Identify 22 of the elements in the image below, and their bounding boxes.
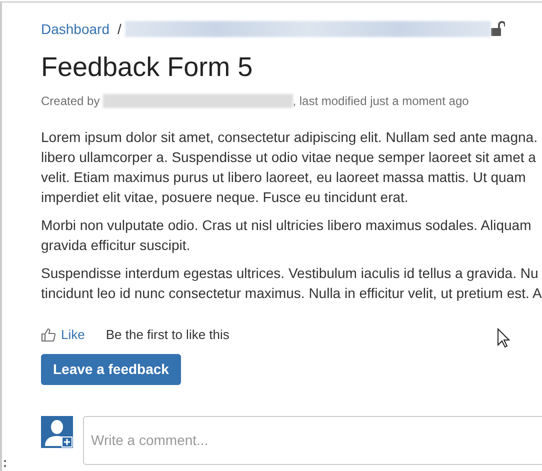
breadcrumb-link[interactable]: Dashboard: [41, 18, 110, 40]
body-text-line: tincidunt leo id nunc consectetur maximus. Nulla in efficitur velit, ut pretium est. A: [41, 284, 542, 303]
mouse-cursor-icon: [497, 328, 510, 348]
body-text-line: gravida efficitur suscipit.: [41, 236, 190, 255]
like-status-text: Be the first to like this: [106, 326, 230, 344]
byline-text: Created by: [41, 93, 100, 110]
page-title: Feedback Form 5: [41, 51, 254, 83]
thumbs-up-icon: [41, 328, 56, 342]
body-text-line: Lorem ipsum dolor sit amet, consectetur adipiscing elit. Nullam sed ante magna.: [41, 128, 538, 147]
user-avatar-icon: [41, 416, 73, 448]
leave-feedback-button[interactable]: Leave a feedback: [41, 354, 181, 384]
comment-field[interactable]: Write a comment...: [83, 416, 542, 464]
grip-icon: [4, 460, 7, 468]
body-text-line: libero ullamcorper a. Suspendisse ut odio vitae neque semper laoreet sit amet a: [41, 148, 536, 167]
padlock-icon[interactable]: [491, 21, 505, 37]
like-link[interactable]: Like: [41, 325, 85, 344]
body-text-line: Morbi non vulputate odio. Cras ut nisl ultricies libero maximus sodales. Aliquam: [41, 216, 532, 235]
byline-text: , last modified just a moment ago: [292, 93, 469, 110]
body-text-line: imperdiet elit vitae, posuere neque. Fusce eu tincidunt erat.: [41, 188, 408, 207]
breadcrumb-separator: /: [118, 20, 122, 38]
body-text-line: Suspendisse interdum egestas ultrices. Vestibulum iaculis id tellus a gravida. Nu: [41, 264, 538, 283]
body-text-line: velit. Etiam maximus purus ut libero laoreet, eu laoreet massa mattis. Ut quam: [41, 168, 526, 187]
